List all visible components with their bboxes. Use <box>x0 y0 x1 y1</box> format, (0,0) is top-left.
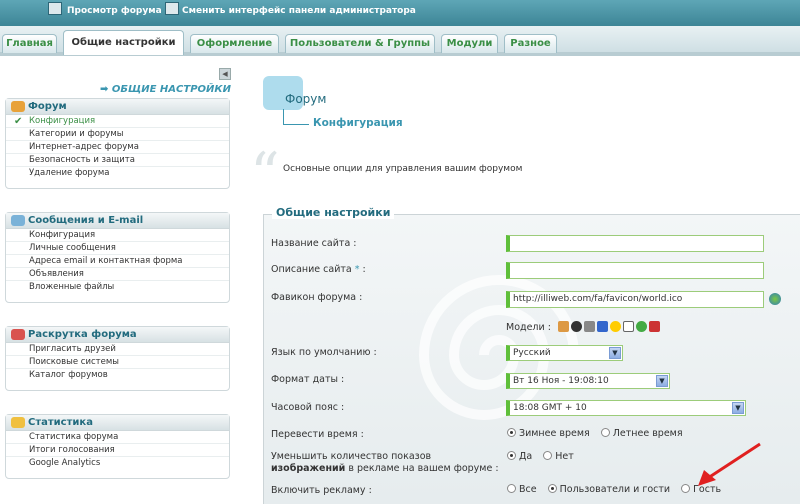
reduce-no-option[interactable]: Нет <box>543 451 574 462</box>
radio[interactable] <box>600 428 610 437</box>
date-format-label: Формат даты : <box>271 374 345 385</box>
sidebar-panel-promotion: Раскрутка форума Пригласить друзей Поиск… <box>5 326 230 391</box>
mail-icon <box>11 215 25 226</box>
tab-main[interactable]: Главная <box>2 34 57 53</box>
panel-header: Форум <box>6 99 229 115</box>
quote-mark-icon: “ <box>250 140 280 208</box>
sidebar-item-forum-address[interactable]: Интернет-адрес форума <box>6 141 229 154</box>
panel-title: Раскрутка форума <box>28 329 137 340</box>
megaphone-icon <box>11 329 25 340</box>
chart-icon <box>11 417 25 428</box>
model-icon[interactable] <box>583 321 595 332</box>
chevron-down-icon: ▼ <box>656 375 668 387</box>
page-title: Форум <box>285 92 327 106</box>
tab-design[interactable]: Оформление <box>190 34 279 53</box>
sidebar-item-poll-results[interactable]: Итоги голосования <box>6 444 229 457</box>
radio-selected[interactable] <box>547 484 557 493</box>
top-bar: Просмотр форума Сменить интерфейс панели… <box>0 0 800 26</box>
globe-icon <box>769 293 781 305</box>
admin-panel-icon[interactable] <box>165 2 179 15</box>
required-marker: * <box>354 264 360 275</box>
model-icon[interactable] <box>609 321 621 332</box>
sidebar-item-invite-friends[interactable]: Пригласить друзей <box>6 343 229 356</box>
site-description-input[interactable] <box>506 262 764 279</box>
radio[interactable] <box>507 484 516 493</box>
sidebar-panel-statistics: Статистика Статистика форума Итоги голос… <box>5 414 230 479</box>
sidebar-item-categories[interactable]: Категории и форумы <box>6 128 229 141</box>
panel-header: Статистика <box>6 415 229 431</box>
model-icon[interactable] <box>570 321 582 332</box>
language-select[interactable]: Русский ▼ <box>506 345 623 361</box>
tab-misc[interactable]: Разное <box>504 34 557 53</box>
sidebar-item-announcements[interactable]: Объявления <box>6 268 229 281</box>
forum-view-icon[interactable] <box>48 2 62 15</box>
translate-time-label: Перевести время : <box>271 429 364 440</box>
reduce-images-label: Уменьшить количество показов изображений… <box>271 451 499 474</box>
panel-title: Форум <box>28 101 67 112</box>
radio-selected[interactable] <box>507 451 516 460</box>
panel-title: Сообщения и E-mail <box>28 215 144 226</box>
sidebar-item-google-analytics[interactable]: Google Analytics <box>6 457 229 470</box>
timezone-select[interactable]: 18:08 GMT + 10 ▼ <box>506 400 746 416</box>
tab-modules[interactable]: Модули <box>441 34 498 53</box>
checkmark-icon: ✔ <box>14 116 23 127</box>
reduce-images-options: Да Нет <box>507 451 582 462</box>
sidebar-item-configuration[interactable]: ✔ Конфигурация <box>6 115 229 128</box>
winter-time-option[interactable]: Зимнее время <box>507 428 590 439</box>
tab-users-groups[interactable]: Пользователи & Группы <box>285 34 435 53</box>
ads-label: Включить рекламу : <box>271 485 372 496</box>
sidebar-item-forum-stats[interactable]: Статистика форума <box>6 431 229 444</box>
fieldset-legend: Общие настройки <box>272 206 395 219</box>
model-icon[interactable] <box>622 321 634 332</box>
date-format-select[interactable]: Вт 16 Ноя - 19:08:10 ▼ <box>506 373 670 389</box>
sidebar-item-security[interactable]: Безопасность и защита <box>6 154 229 167</box>
model-icon[interactable] <box>557 321 569 332</box>
sidebar-item-delete-forum[interactable]: Удаление форума <box>6 167 229 180</box>
sidebar-item-email-contact[interactable]: Адреса email и контактная форма <box>6 255 229 268</box>
sidebar-item-messages-configuration[interactable]: Конфигурация <box>6 229 229 242</box>
panel-header: Раскрутка форума <box>6 327 229 343</box>
favicon-label: Фавикон форума : <box>271 292 363 303</box>
switch-interface-link[interactable]: Сменить интерфейс панели администратора <box>182 6 416 16</box>
red-arrow-annotation <box>698 442 761 486</box>
chevron-down-icon: ▼ <box>609 347 621 359</box>
sidebar-panel-messages: Сообщения и E-mail Конфигурация Личные с… <box>5 212 230 303</box>
favicon-input[interactable]: http://illiweb.com/fa/favicon/world.ico <box>506 291 764 308</box>
page-subtitle: Конфигурация <box>313 117 403 129</box>
site-desc-label: Описание сайта * : <box>271 264 366 275</box>
sidebar-item-forum-directory[interactable]: Каталог форумов <box>6 369 229 382</box>
radio[interactable] <box>681 484 691 493</box>
model-icon[interactable] <box>635 321 647 332</box>
title-connector <box>283 109 309 125</box>
sidebar-item-attachments[interactable]: Вложенные файлы <box>6 281 229 294</box>
site-name-label: Название сайта : <box>271 238 357 249</box>
timezone-label: Часовой пояс : <box>271 402 345 413</box>
language-label: Язык по умолчанию : <box>271 347 377 358</box>
radio-selected[interactable] <box>507 428 516 437</box>
sidebar-item-private-messages[interactable]: Личные сообщения <box>6 242 229 255</box>
sidebar-heading: ➡ ОБЩИЕ НАСТРОЙКИ <box>100 84 231 95</box>
reduce-yes-option[interactable]: Да <box>507 451 532 462</box>
model-icon[interactable] <box>648 321 660 332</box>
site-name-input[interactable] <box>506 235 764 252</box>
panel-header: Сообщения и E-mail <box>6 213 229 229</box>
translate-time-options: Зимнее время Летнее время <box>507 428 691 439</box>
view-forum-link[interactable]: Просмотр форума <box>67 6 162 16</box>
panel-title: Статистика <box>28 417 93 428</box>
sidebar-panel-forum: Форум ✔ Конфигурация Категории и форумы И… <box>5 98 230 189</box>
page-description: Основные опции для управления вашим фору… <box>283 164 523 174</box>
ads-users-guests-option[interactable]: Пользователи и гости <box>547 484 670 495</box>
summer-time-option[interactable]: Летнее время <box>600 428 683 439</box>
models-label: Модели : <box>506 321 662 333</box>
ads-all-option[interactable]: Все <box>507 484 537 495</box>
collapse-sidebar-icon[interactable]: ◀ <box>219 68 231 80</box>
tab-strip: Главная Общие настройки Оформление Польз… <box>0 26 800 56</box>
model-icon[interactable] <box>596 321 608 332</box>
chevron-down-icon: ▼ <box>732 402 744 414</box>
sidebar-item-search-engines[interactable]: Поисковые системы <box>6 356 229 369</box>
radio[interactable] <box>543 451 553 460</box>
tools-icon <box>11 101 25 112</box>
tab-general-settings[interactable]: Общие настройки <box>63 30 184 55</box>
